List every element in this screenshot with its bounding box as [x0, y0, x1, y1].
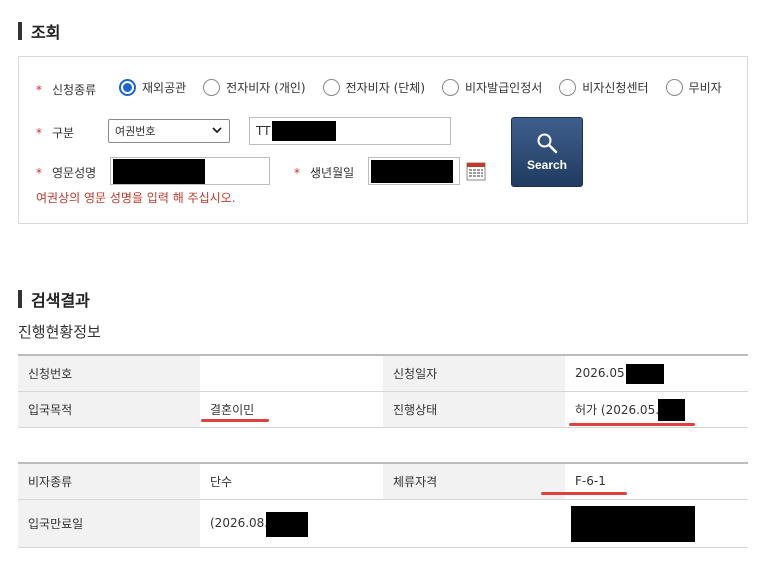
- visa-type-label: 비자종류: [18, 462, 200, 500]
- birth-date-input[interactable]: [368, 157, 460, 185]
- english-name-input[interactable]: [110, 157, 270, 185]
- eng-name-label: 영문성명: [52, 166, 97, 180]
- redacted-block: [658, 398, 685, 421]
- search-button[interactable]: Search: [511, 117, 583, 187]
- radio-button[interactable]: [203, 79, 221, 96]
- search-form: * 신청종류 재외공관 전자비자 (개인) 전자비자 (단체) 비자발급인정서 …: [18, 56, 748, 224]
- inquiry-section-title: 조회: [18, 19, 60, 43]
- division-select[interactable]: 여권번호: [108, 119, 230, 143]
- radio-label: 전자비자 (개인): [226, 81, 306, 95]
- calendar-icon[interactable]: [466, 161, 486, 181]
- table-row: 입국목적 결혼이민 진행상태 허가 (2026.05.: [18, 391, 748, 428]
- progress-status-cell: 허가 (2026.05.: [565, 391, 748, 428]
- entry-purpose-cell: 결혼이민: [200, 391, 383, 428]
- division-label-wrap: * 구분: [36, 124, 74, 141]
- redacted-cell: [565, 499, 748, 548]
- radio-button[interactable]: [665, 79, 683, 96]
- radio-button[interactable]: [442, 79, 460, 96]
- application-number-value: [200, 354, 383, 392]
- entry-expiry-cell: (2026.08.: [200, 499, 383, 548]
- radio-label: 재외공관: [142, 81, 187, 95]
- stay-status-label: 체류자격: [383, 462, 565, 500]
- application-date-cell: 2026.05.: [565, 354, 748, 392]
- birth-date-label: 생년월일: [310, 166, 355, 180]
- eng-name-label-wrap: * 영문성명: [36, 164, 96, 181]
- radio-consulate[interactable]: 재외공관: [119, 79, 186, 96]
- progress-info-subtitle: 진행현황정보: [18, 323, 101, 341]
- progress-status-label: 진행상태: [383, 391, 565, 428]
- visa-type-value: 단수: [200, 462, 383, 500]
- progress-table: 신청번호 신청일자 2026.05. 입국목적 결혼이민 진행상태 허가 (20…: [18, 354, 748, 428]
- radio-label: 비자신청센터: [582, 81, 649, 95]
- highlight-underline: [541, 492, 627, 495]
- required-mark: *: [36, 125, 42, 140]
- entry-expiry-label: 입국만료일: [18, 499, 200, 548]
- passport-number-value: TT: [256, 124, 271, 138]
- title-bar-marker: [18, 290, 22, 308]
- chevron-down-icon: [212, 127, 222, 134]
- application-number-label: 신청번호: [18, 354, 200, 392]
- highlight-underline: [569, 422, 695, 426]
- apply-type-label-wrap: * 신청종류: [36, 81, 96, 98]
- division-selected-value: 여권번호: [115, 125, 156, 138]
- radio-visa-application-center[interactable]: 비자신청센터: [559, 79, 649, 96]
- radio-button[interactable]: [119, 79, 136, 96]
- redacted-block: [113, 159, 205, 184]
- visa-table: 비자종류 단수 체류자격 F-6-1 입국만료일 (2026.08.: [18, 462, 748, 548]
- entry-purpose-label: 입국목적: [18, 391, 200, 428]
- stay-status-cell: F-6-1: [541, 462, 748, 500]
- stay-status-value: F-6-1: [575, 474, 606, 489]
- highlight-underline: [201, 418, 269, 422]
- progress-status-value: 허가 (2026.05.: [575, 402, 660, 417]
- radio-label: 전자비자 (단체): [345, 81, 426, 95]
- title-bar-marker: [18, 22, 22, 40]
- search-button-label: Search: [526, 158, 568, 172]
- redacted-block: [272, 121, 336, 141]
- division-label: 구분: [52, 126, 75, 140]
- redacted-block: [571, 505, 695, 542]
- radio-visa-issuance-certificate[interactable]: 비자발급인정서: [442, 79, 542, 96]
- entry-purpose-value: 결혼이민: [210, 402, 255, 417]
- apply-type-radio-group: 재외공관 전자비자 (개인) 전자비자 (단체) 비자발급인정서 비자신청센터 …: [119, 79, 739, 96]
- passport-number-input[interactable]: TT: [249, 117, 451, 145]
- required-mark: *: [36, 165, 42, 180]
- redacted-block: [266, 511, 308, 537]
- redacted-block: [371, 160, 453, 183]
- required-mark: *: [36, 82, 42, 97]
- birth-label-wrap: * 생년월일: [294, 164, 354, 181]
- radio-evisa-individual[interactable]: 전자비자 (개인): [203, 79, 306, 96]
- magnifier-icon: [537, 133, 558, 154]
- radio-label: 무비자: [688, 81, 722, 95]
- empty-cell: [383, 499, 565, 548]
- apply-type-label: 신청종류: [52, 83, 97, 97]
- redacted-block: [626, 364, 664, 384]
- table-row: 비자종류 단수 체류자격 F-6-1: [18, 462, 748, 500]
- radio-button[interactable]: [322, 79, 340, 96]
- required-mark: *: [294, 165, 300, 180]
- inquiry-title: 조회: [31, 23, 61, 42]
- entry-expiry-value: (2026.08.: [210, 516, 269, 530]
- application-date-value: 2026.05.: [575, 366, 629, 381]
- table-row: 입국만료일 (2026.08.: [18, 499, 748, 548]
- application-date-label: 신청일자: [383, 354, 565, 392]
- radio-label: 비자발급인정서: [465, 81, 543, 95]
- results-section-title: 검색결과: [18, 287, 90, 311]
- radio-evisa-group[interactable]: 전자비자 (단체): [322, 79, 426, 96]
- table-row: 신청번호 신청일자 2026.05.: [18, 354, 748, 392]
- name-input-hint: 여권상의 영문 성명을 입력 해 주십시오.: [36, 191, 236, 205]
- radio-visa-free[interactable]: 무비자: [665, 79, 722, 96]
- results-title: 검색결과: [31, 291, 90, 310]
- radio-button[interactable]: [559, 79, 577, 96]
